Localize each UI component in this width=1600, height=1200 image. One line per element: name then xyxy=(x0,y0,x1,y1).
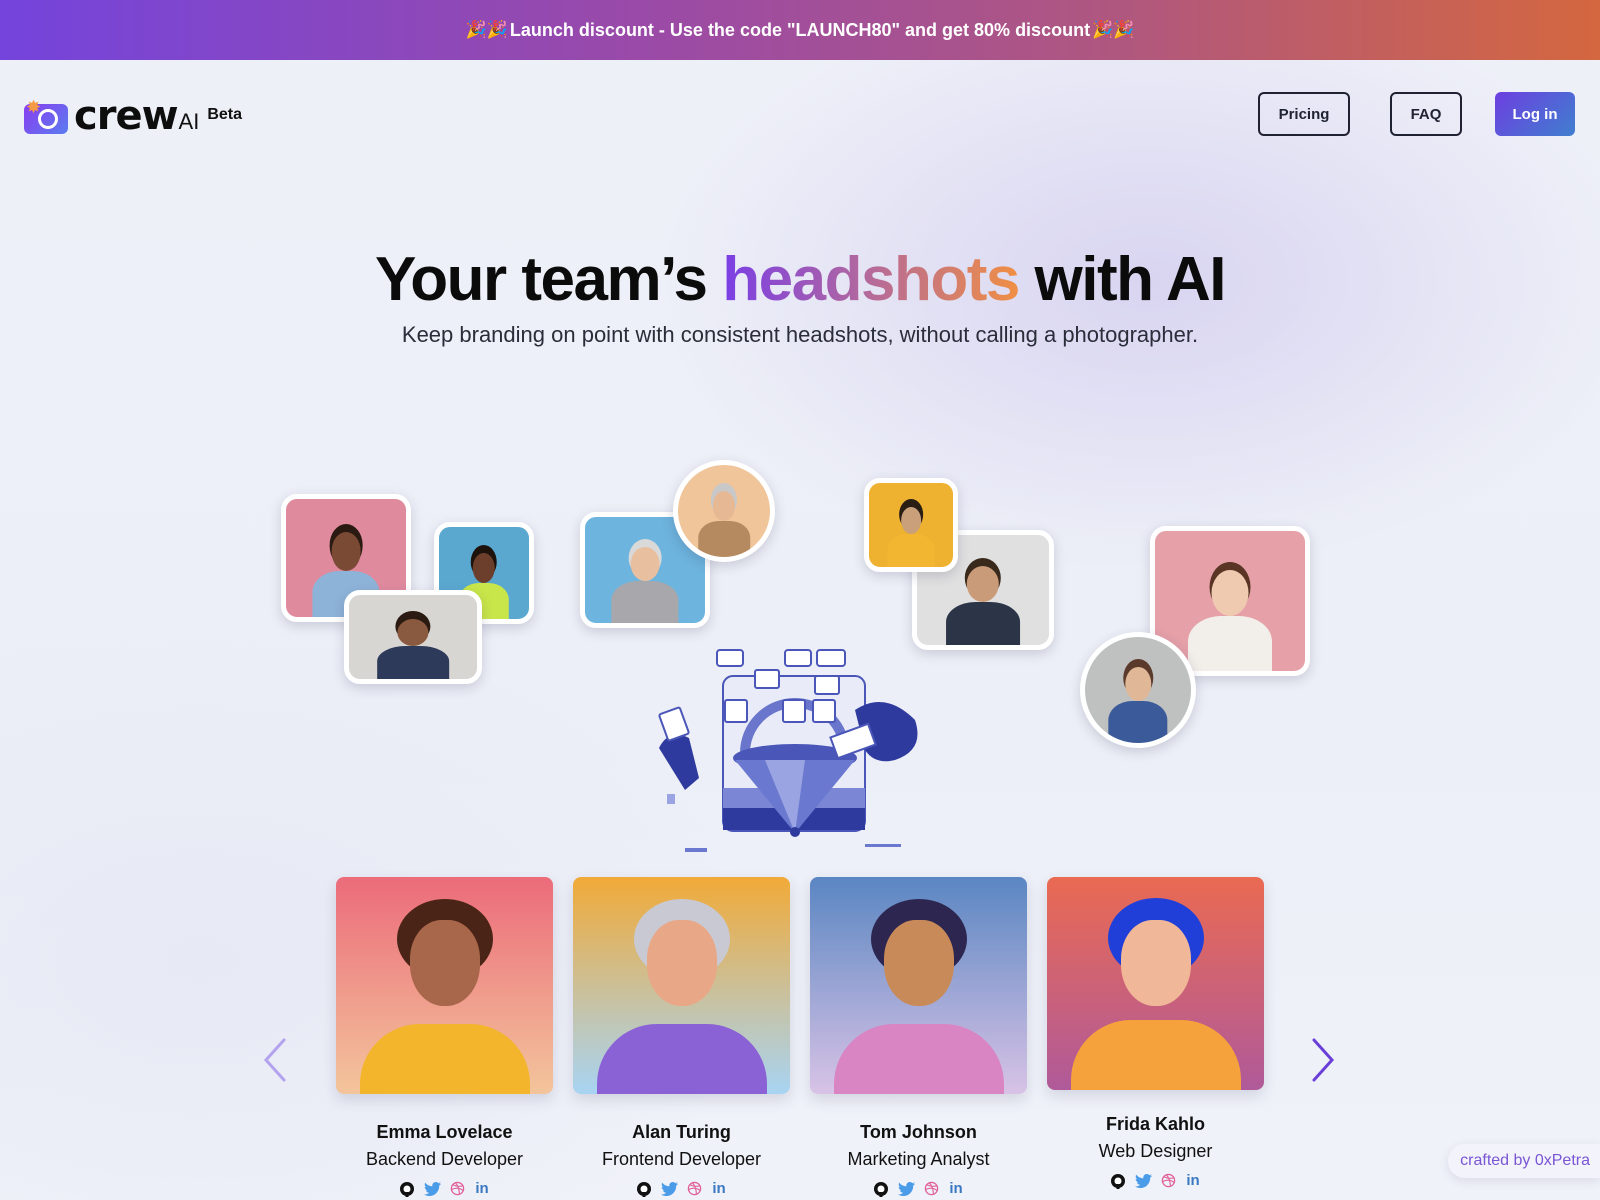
chevron-right-icon xyxy=(1312,1038,1335,1082)
github-icon[interactable] xyxy=(873,1180,890,1197)
member-portrait xyxy=(810,877,1027,1094)
member-name: Alan Turing xyxy=(632,1122,731,1142)
member-name: Emma Lovelace xyxy=(376,1122,513,1142)
camera-logo-icon: ✸ xyxy=(24,98,68,134)
logo-wordmark: crew xyxy=(74,93,179,139)
member-name: Frida Kahlo xyxy=(1105,1114,1205,1134)
site-header: ✸ crew AI Beta Pricing FAQ Log in xyxy=(0,90,1600,140)
bar-chart-card-icon xyxy=(724,699,748,723)
dribbble-icon[interactable] xyxy=(449,1180,466,1197)
party-popper-icon: 🎉🎉 xyxy=(465,20,508,39)
social-links: in xyxy=(810,1180,1027,1197)
collage-photo-woman-studying-couch xyxy=(1080,632,1196,748)
beta-badge: Beta xyxy=(207,106,243,123)
crafted-by-badge[interactable]: crafted by 0xPetra xyxy=(1448,1144,1600,1178)
github-icon[interactable] xyxy=(399,1180,416,1197)
chart-card-icon xyxy=(816,649,846,667)
carousel-prev-button[interactable] xyxy=(256,1030,296,1090)
hero-title: Your team’s headshots with AI xyxy=(0,244,1600,315)
collage-photo-woman-reading-floor xyxy=(344,590,482,684)
promo-banner[interactable]: 🎉🎉 Launch discount - Use the code "LAUNC… xyxy=(0,0,1600,60)
promo-text: Launch discount - Use the code "LAUNCH80… xyxy=(509,19,1091,40)
github-icon[interactable] xyxy=(1110,1172,1127,1189)
carousel-next-button[interactable] xyxy=(1302,1030,1342,1090)
collage-photo-man-yellow-shirt xyxy=(864,478,958,572)
person-silhouette xyxy=(611,546,679,623)
hero-title-highlight: headshots xyxy=(722,245,1020,314)
member-role: Marketing Analyst xyxy=(847,1149,990,1169)
member-name: Tom Johnson xyxy=(860,1122,977,1142)
dribbble-icon[interactable] xyxy=(1160,1172,1177,1189)
team-member-card: Emma Lovelace Backend Developer in xyxy=(336,877,553,1197)
linkedin-icon[interactable]: in xyxy=(948,1180,965,1197)
logo[interactable]: ✸ crew AI Beta xyxy=(24,93,243,139)
logo-suffix: AI xyxy=(178,109,200,134)
chevron-left-icon xyxy=(263,1038,286,1082)
person-silhouette xyxy=(887,506,935,567)
twitter-icon[interactable] xyxy=(423,1180,441,1197)
member-portrait xyxy=(1047,877,1264,1090)
member-portrait xyxy=(336,877,553,1094)
team-member-card: Tom Johnson Marketing Analyst in xyxy=(810,877,1027,1197)
line-chart-card-icon xyxy=(754,669,780,689)
person-silhouette xyxy=(1108,666,1168,743)
team-member-card: Frida Kahlo Web Designer in xyxy=(1047,877,1264,1189)
member-portrait xyxy=(573,877,790,1094)
hero-title-start: Your team’s xyxy=(375,245,723,314)
social-links: in xyxy=(336,1180,553,1197)
page-background xyxy=(0,60,1600,1200)
twitter-icon[interactable] xyxy=(660,1180,678,1197)
person-silhouette xyxy=(946,565,1020,645)
hero-subtitle: Keep branding on point with consistent h… xyxy=(401,322,1199,347)
social-links: in xyxy=(1047,1172,1264,1189)
member-role: Web Designer xyxy=(1098,1141,1213,1161)
person-silhouette xyxy=(698,490,750,557)
linkedin-icon[interactable]: in xyxy=(474,1180,491,1197)
faq-button[interactable]: FAQ xyxy=(1390,92,1462,136)
linkedin-icon[interactable]: in xyxy=(1185,1172,1202,1189)
hero-title-end: with AI xyxy=(1018,245,1227,314)
social-links: in xyxy=(573,1180,790,1197)
person-silhouette xyxy=(377,618,449,679)
team-member-card: Alan Turing Frontend Developer in xyxy=(573,877,790,1197)
github-icon[interactable] xyxy=(636,1180,653,1197)
person-silhouette xyxy=(1188,570,1272,671)
party-popper-icon: 🎉🎉 xyxy=(1092,20,1135,39)
left-hand-icon xyxy=(659,734,699,790)
profile-card-icon xyxy=(716,649,744,667)
dribbble-icon[interactable] xyxy=(686,1180,703,1197)
pricing-button[interactable]: Pricing xyxy=(1258,92,1350,136)
member-role: Frontend Developer xyxy=(601,1149,762,1169)
twitter-icon[interactable] xyxy=(897,1180,915,1197)
pie-chart-card-icon xyxy=(812,699,836,723)
member-role: Backend Developer xyxy=(365,1149,524,1169)
ai-machine-illustration xyxy=(658,649,918,852)
collage-photo-older-man-pointing xyxy=(673,460,775,562)
twitter-icon[interactable] xyxy=(1134,1172,1152,1189)
linkedin-icon[interactable]: in xyxy=(711,1180,728,1197)
profile-card-icon xyxy=(784,649,812,667)
login-button[interactable]: Log in xyxy=(1495,92,1575,136)
dribbble-icon[interactable] xyxy=(923,1180,940,1197)
